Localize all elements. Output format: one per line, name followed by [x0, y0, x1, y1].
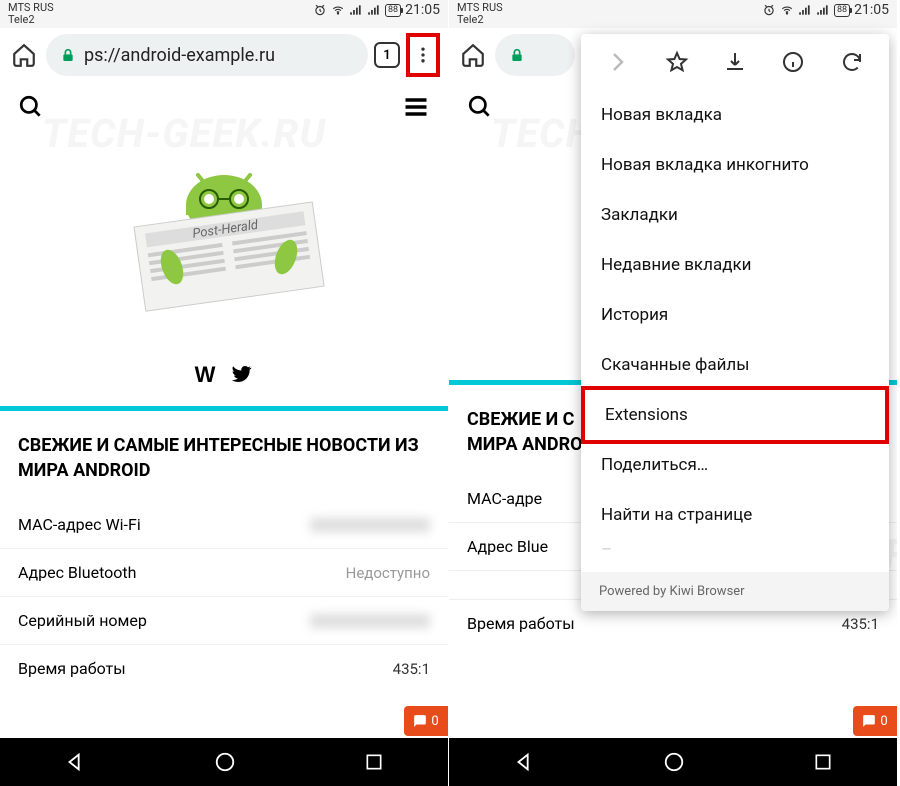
clock: 21:05 — [405, 2, 440, 18]
url-bar[interactable]: ps://android-example.ru — [46, 34, 368, 76]
phone-right: MTS RUS Tele2 88 21:05 TECH-GEEK.RU СВЕЖ… — [449, 0, 898, 786]
signal-icon-2 — [367, 3, 381, 17]
row-label: Серийный номер — [18, 611, 147, 630]
hero-image: Post-Herald — [0, 132, 448, 352]
status-bar: MTS RUS Tele2 88 21:05 — [0, 0, 448, 28]
browser-menu-popup: Новая вкладка Новая вкладка инкогнито За… — [581, 34, 889, 611]
row-label: Время работы — [18, 659, 126, 678]
reload-icon[interactable] — [840, 50, 864, 74]
home-nav-button[interactable] — [663, 751, 685, 773]
vertical-dots-icon — [413, 40, 433, 70]
menu-item-history[interactable]: История — [581, 290, 889, 340]
vk-icon[interactable]: W — [195, 362, 216, 388]
menu-item-extensions[interactable]: Extensions — [581, 386, 889, 444]
url-bar[interactable] — [495, 34, 575, 76]
row-value: 435:1 — [393, 660, 430, 678]
star-icon[interactable] — [665, 50, 689, 74]
chat-badge[interactable]: 0 — [853, 706, 897, 736]
home-button[interactable] — [457, 39, 489, 71]
chat-icon — [862, 714, 876, 728]
recents-button[interactable] — [364, 752, 384, 772]
section-heading: СВЕЖИЕ И САМЫЕ ИНТЕРЕСНЫЕ НОВОСТИ ИЗ МИР… — [0, 411, 448, 501]
wifi-icon — [780, 3, 794, 17]
list-row[interactable]: MAC-адрес Wi-Fi — [0, 501, 448, 549]
lock-icon — [509, 47, 525, 63]
info-icon[interactable] — [781, 50, 805, 74]
twitter-icon[interactable] — [229, 362, 253, 386]
home-nav-button[interactable] — [214, 751, 236, 773]
menu-item-new-incognito[interactable]: Новая вкладка инкогнито — [581, 140, 889, 190]
download-icon[interactable] — [723, 50, 747, 74]
home-button[interactable] — [8, 39, 40, 71]
list-row[interactable]: Время работы 435:1 — [0, 645, 448, 692]
forward-icon[interactable] — [606, 50, 630, 74]
popup-icon-row — [581, 34, 889, 90]
status-indicators: 88 21:05 — [762, 2, 889, 18]
alarm-icon — [313, 3, 327, 17]
browser-menu-button[interactable] — [406, 33, 440, 77]
menu-footer: Powered by Kiwi Browser — [581, 572, 889, 611]
menu-item-recent-tabs[interactable]: Недавние вкладки — [581, 240, 889, 290]
battery-indicator: 88 — [834, 4, 850, 17]
site-toolbar — [0, 82, 448, 132]
row-label: Адрес Blue — [467, 537, 548, 556]
row-value: Недоступно — [346, 564, 430, 582]
carrier-info: MTS RUS Tele2 — [457, 2, 503, 26]
url-text: ps://android-example.ru — [84, 45, 275, 66]
chat-badge[interactable]: 0 — [404, 706, 448, 736]
row-label: MAC-адрес Wi-Fi — [18, 515, 141, 534]
chat-icon — [413, 714, 427, 728]
status-bar: MTS RUS Tele2 88 21:05 — [449, 0, 897, 28]
menu-item-cutoff: – — [581, 540, 889, 564]
chat-count: 0 — [880, 714, 887, 729]
row-value-blurred — [310, 518, 430, 532]
menu-item-bookmarks[interactable]: Закладки — [581, 190, 889, 240]
menu-item-find[interactable]: Найти на странице — [581, 490, 889, 540]
battery-indicator: 88 — [385, 4, 401, 17]
list-row[interactable]: Серийный номер — [0, 597, 448, 645]
browser-toolbar: ps://android-example.ru 1 — [0, 28, 448, 82]
carrier-info: MTS RUS Tele2 — [8, 2, 54, 26]
row-label: Адрес Bluetooth — [18, 563, 136, 582]
lock-icon — [60, 47, 76, 63]
menu-item-downloads[interactable]: Скачанные файлы — [581, 340, 889, 390]
signal-icon-1 — [349, 3, 363, 17]
clock: 21:05 — [854, 2, 889, 18]
alarm-icon — [762, 3, 776, 17]
android-newspaper-illustration: Post-Herald — [114, 157, 334, 327]
list-row[interactable]: Адрес Bluetooth Недоступно — [0, 549, 448, 597]
status-indicators: 88 21:05 — [313, 2, 440, 18]
row-value-blurred — [310, 614, 430, 628]
row-label: Время работы — [467, 614, 575, 633]
menu-item-new-tab[interactable]: Новая вкладка — [581, 90, 889, 140]
tabs-button[interactable]: 1 — [374, 42, 400, 68]
social-links: W — [0, 352, 448, 406]
recents-button[interactable] — [813, 752, 833, 772]
site-menu-button[interactable] — [402, 93, 430, 121]
wifi-icon — [331, 3, 345, 17]
menu-item-share[interactable]: Поделиться… — [581, 440, 889, 490]
android-nav-bar — [449, 738, 897, 786]
search-button[interactable] — [18, 94, 44, 120]
back-button[interactable] — [513, 751, 535, 773]
back-button[interactable] — [64, 751, 86, 773]
row-label: MAC-адре — [467, 489, 542, 508]
search-button[interactable] — [467, 94, 493, 120]
signal-icon-1 — [798, 3, 812, 17]
row-value: 435:1 — [842, 615, 879, 633]
signal-icon-2 — [816, 3, 830, 17]
android-nav-bar — [0, 738, 448, 786]
phone-left: MTS RUS Tele2 88 21:05 ps://android-exam… — [0, 0, 449, 786]
chat-count: 0 — [431, 714, 438, 729]
